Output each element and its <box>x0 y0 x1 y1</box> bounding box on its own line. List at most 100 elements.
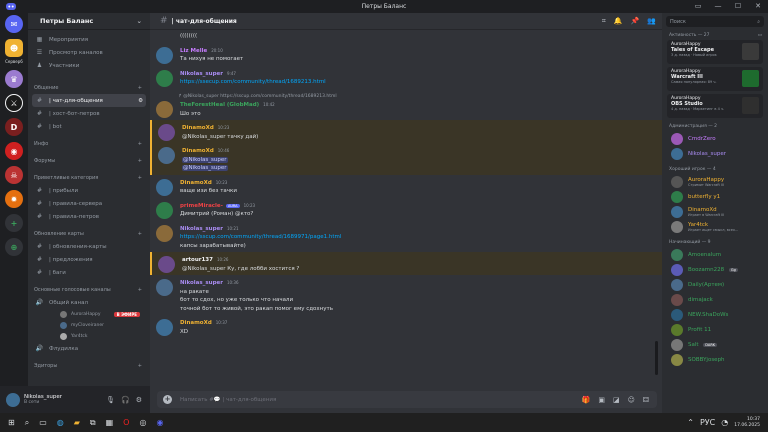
member-item[interactable]: Profit 11 <box>662 322 768 337</box>
member-item[interactable]: CmdrZero <box>662 131 768 146</box>
edge-icon[interactable]: ◍ <box>57 418 64 427</box>
avatar[interactable] <box>156 224 173 242</box>
avatar[interactable] <box>156 319 173 336</box>
headphones-icon[interactable]: 🎧 <box>121 396 130 404</box>
server-icon-active[interactable]: ☻ <box>5 39 23 57</box>
voice-channel-item[interactable]: 🔊 Общий канал <box>28 296 150 309</box>
chat-message[interactable]: artour137 10:26 @Nikolas_super Ку, где лоб… <box>150 252 662 275</box>
member-item[interactable]: AuroraHappy Стримит Warcraft III <box>662 174 768 189</box>
avatar[interactable] <box>156 279 173 296</box>
category-header[interactable]: Эдиторы + <box>28 360 150 372</box>
chat-message[interactable]: (((((((( <box>150 30 662 43</box>
pin-icon[interactable]: 📌 <box>631 17 640 26</box>
invite-icon[interactable]: ⚙ <box>138 98 143 104</box>
chat-message[interactable]: Nikolas_super 10:21 https://sscup.com/comm… <box>150 221 662 253</box>
channel-item[interactable]: # | хост-бот-петров <box>28 107 150 120</box>
sidebar-item-members[interactable]: ♟ Участники <box>28 59 150 72</box>
members-list-icon[interactable]: 👥 <box>647 17 656 26</box>
steam-icon[interactable]: ◎ <box>139 418 146 427</box>
voice-user[interactable]: Yar4tck <box>28 331 150 342</box>
activity-card[interactable]: AuroraHappy OBS Studio 4 д. назад · Маркет… <box>667 94 763 118</box>
bell-icon[interactable]: 🔔 <box>614 17 623 26</box>
threads-icon[interactable]: ⌗ <box>602 17 606 26</box>
maximize-button[interactable]: ☐ <box>728 0 748 13</box>
store-icon[interactable]: ⧉ <box>90 418 96 428</box>
category-header[interactable]: Форумы + <box>28 155 150 167</box>
message-composer[interactable]: + Написать #💬 | чат-для-общения 🎁 ▣ ◪ ☺ … <box>157 391 657 408</box>
member-item[interactable]: Daily(Артем) <box>662 277 768 292</box>
settings-gear-icon[interactable]: ⚙ <box>136 396 142 404</box>
inbox-icon[interactable]: ▭ <box>688 0 708 13</box>
member-item[interactable]: butterfly y1 <box>662 189 768 204</box>
minimize-button[interactable]: — <box>708 0 728 13</box>
microphone-icon[interactable]: 🎙 <box>106 396 115 404</box>
attach-plus-icon[interactable]: + <box>163 395 172 404</box>
message-author[interactable]: primeMiracle- <box>180 203 223 209</box>
avatar[interactable] <box>156 69 173 87</box>
task-view-icon[interactable]: ▭ <box>39 418 47 427</box>
avatar[interactable] <box>6 392 20 407</box>
member-item[interactable]: Yar4tck Играет ищет смысл, всех... <box>662 219 768 234</box>
member-item[interactable]: dimajack <box>662 292 768 307</box>
add-server-button[interactable]: + <box>5 214 23 232</box>
voice-user[interactable]: AuroraHappy В ЭФИРЕ <box>28 309 150 320</box>
member-item[interactable]: DinamoXd Играет в Warcraft III <box>662 204 768 219</box>
sticker-icon[interactable]: ◪ <box>613 396 620 404</box>
server-icon[interactable]: ◉ <box>5 142 23 160</box>
voice-channel-item[interactable]: 🔊 Флудилка <box>28 342 150 355</box>
apps-icon[interactable]: ⚃ <box>643 396 649 404</box>
avatar[interactable] <box>156 100 173 118</box>
scrollbar[interactable] <box>655 341 658 375</box>
chat-message[interactable]: Nikolas_super 9:47 https://ssecup.com/comm… <box>150 66 662 89</box>
category-header[interactable]: Общение + <box>28 82 150 94</box>
server-icon[interactable]: ⚔ <box>5 94 23 112</box>
channel-item[interactable]: # | обновления-карты <box>28 240 150 253</box>
channel-item[interactable]: # | правила-сервера <box>28 197 150 210</box>
server-icon[interactable]: D <box>5 118 23 136</box>
channel-item[interactable]: # | правила-петров <box>28 210 150 223</box>
server-name-header[interactable]: Петры Баланс ⌄ <box>28 13 150 30</box>
search-icon[interactable]: ⌕ <box>25 418 29 428</box>
home-button[interactable]: ✉ <box>5 15 23 33</box>
member-item[interactable]: NEW.ShaDoWs <box>662 307 768 322</box>
member-item[interactable]: Nikolas_super <box>662 146 768 161</box>
message-author[interactable]: DinamoXd <box>180 320 212 326</box>
app-icon[interactable]: ▦ <box>106 418 114 427</box>
avatar[interactable] <box>156 178 173 196</box>
chat-message[interactable]: ↱ @Nikolas_super https://sscup.com/commu… <box>150 89 662 121</box>
member-item[interactable]: SOBBYjoseph <box>662 352 768 367</box>
activity-card[interactable]: AuroraHappy Tales of Escape 3 д. назад · Н… <box>667 40 763 64</box>
wifi-icon[interactable]: ◔ <box>721 418 728 427</box>
sidebar-item-browse[interactable]: ☰ Просмотр каналов <box>28 46 150 59</box>
channel-item[interactable]: # | предложения <box>28 253 150 266</box>
sidebar-item-events[interactable]: ▦ Мероприятия <box>28 33 150 46</box>
explorer-icon[interactable]: ▰ <box>74 418 80 427</box>
gif-icon[interactable]: ▣ <box>598 396 605 404</box>
channel-item[interactable]: # | bot <box>28 120 150 133</box>
message-author[interactable]: Nikolas_super <box>180 226 223 232</box>
chat-message[interactable]: primeMiracle- AURA 10:23 Димитрий (Роман) @… <box>150 198 662 221</box>
category-header[interactable]: Инфо + <box>28 138 150 150</box>
message-author[interactable]: Nikolas_super <box>180 71 223 77</box>
member-item[interactable]: Boozamn228 Gg <box>662 262 768 277</box>
search-input[interactable]: Поиск ⌕ <box>666 16 764 27</box>
message-author[interactable]: Nikolas_super <box>180 280 223 286</box>
tray-arrow-icon[interactable]: ⌃ <box>687 418 694 427</box>
channel-item[interactable]: # | баги <box>28 266 150 279</box>
discover-icon[interactable]: ⊕ <box>5 238 23 256</box>
channel-item[interactable]: # | прибыли <box>28 184 150 197</box>
chat-message[interactable]: DinamoXd 10:46 @Nikolas_super @Nikolas_supe… <box>150 143 662 175</box>
message-author[interactable]: Liz Melle <box>180 48 207 54</box>
chat-message[interactable]: DinamoXd 10:23 ваще изи без тачки <box>150 175 662 198</box>
clock[interactable]: 10:37 17.06.2025 <box>734 417 760 429</box>
member-item[interactable]: Salt DARK <box>662 337 768 352</box>
message-author[interactable]: DinamoXd <box>182 148 214 154</box>
message-author[interactable]: DinamoXd <box>182 125 214 131</box>
chat-message[interactable]: Nikolas_super 10:36 на ракате бот то сдох, … <box>150 275 662 315</box>
start-icon[interactable]: ⊞ <box>8 418 15 427</box>
message-author[interactable]: TheForestHeal (GlobMad) <box>180 102 259 108</box>
server-icon[interactable]: ✹ <box>5 190 23 208</box>
avatar[interactable] <box>158 147 175 164</box>
gift-icon[interactable]: 🎁 <box>582 396 591 404</box>
language-indicator[interactable]: РУС <box>700 418 715 427</box>
